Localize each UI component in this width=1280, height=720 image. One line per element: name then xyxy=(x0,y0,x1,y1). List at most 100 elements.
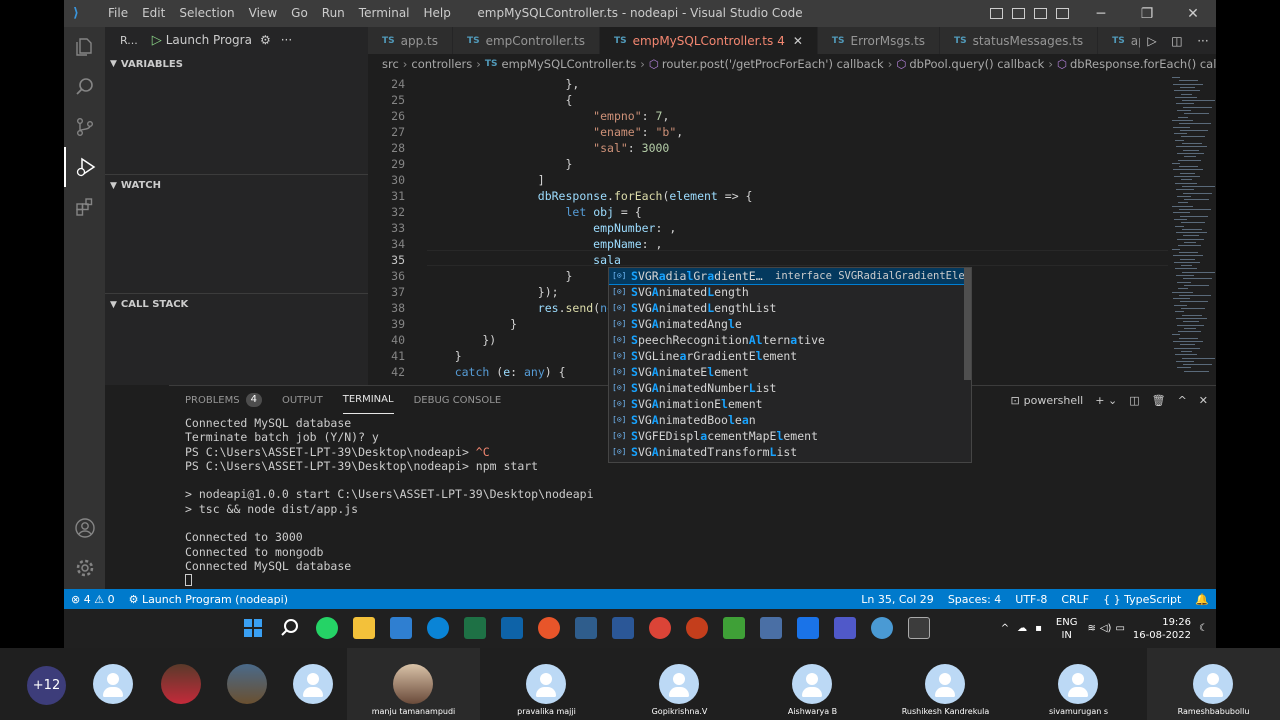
minimize-button[interactable]: ─ xyxy=(1078,6,1124,22)
suggestion-item[interactable]: [⊙] SpeechRecognitionAlternative xyxy=(609,332,971,348)
notepad-icon[interactable] xyxy=(390,617,412,639)
menu-edit[interactable]: Edit xyxy=(135,0,172,27)
breadcrumb-item[interactable]: empMySQLController.ts xyxy=(502,57,637,71)
explorer-icon[interactable] xyxy=(64,27,105,67)
vscode-taskbar-icon[interactable] xyxy=(501,617,523,639)
new-terminal-icon[interactable]: + ⌄ xyxy=(1095,394,1117,407)
menu-terminal[interactable]: Terminal xyxy=(352,0,417,27)
code-line[interactable]: 26 "empno": 7, xyxy=(368,108,1168,124)
cursor-position[interactable]: Ln 35, Col 29 xyxy=(854,593,941,606)
media-player-icon[interactable] xyxy=(797,617,819,639)
toggle-secondary-sidebar-icon[interactable] xyxy=(1034,8,1047,19)
start-icon[interactable] xyxy=(242,617,264,639)
kill-terminal-icon[interactable]: 🗑 xyxy=(1152,394,1166,407)
terminal-output[interactable]: Connected MySQL database Terminate batch … xyxy=(185,416,594,588)
participant-tile[interactable]: Gopikrishna.V xyxy=(613,648,746,720)
participant-tile[interactable]: sivamurugan s xyxy=(1012,648,1145,720)
menu-help[interactable]: Help xyxy=(417,0,458,27)
breadcrumb-item[interactable]: dbResponse.forEach() callback xyxy=(1070,57,1216,71)
close-tab-icon[interactable]: ✕ xyxy=(793,34,803,48)
code-line[interactable]: 33 empNumber: , xyxy=(368,220,1168,236)
network-icon[interactable]: ▪ xyxy=(1035,623,1042,634)
notifications-bell-icon[interactable]: 🔔 xyxy=(1188,593,1216,606)
suggestion-item[interactable]: [⊙] SVGAnimateElement xyxy=(609,364,971,380)
code-line[interactable]: 34 empName: , xyxy=(368,236,1168,252)
close-window-button[interactable]: ✕ xyxy=(1170,6,1216,22)
run-debug-icon[interactable] xyxy=(64,147,105,187)
restore-button[interactable]: ❐ xyxy=(1124,6,1170,22)
extensions-icon[interactable] xyxy=(64,187,105,227)
cloud-icon[interactable]: ☁ xyxy=(1017,623,1027,634)
menu-selection[interactable]: Selection xyxy=(172,0,241,27)
call-stack-section[interactable]: ▼ CALL STACK xyxy=(105,293,368,315)
participant-tile[interactable] xyxy=(214,648,280,720)
maximize-panel-icon[interactable]: ^ xyxy=(1178,394,1187,407)
search-icon[interactable] xyxy=(279,617,301,639)
whatsapp-icon[interactable] xyxy=(316,617,338,639)
toggle-panel-icon[interactable] xyxy=(1012,8,1025,19)
suggestion-item[interactable]: [⊙] SVGAnimatedLength xyxy=(609,284,971,300)
breadcrumb-item[interactable]: src xyxy=(382,57,399,71)
code-line[interactable]: 28 "sal": 3000 xyxy=(368,140,1168,156)
terminal-shell-name[interactable]: powershell xyxy=(1024,394,1084,407)
volume-icon[interactable]: ◁) xyxy=(1100,623,1112,634)
skype-icon[interactable] xyxy=(427,617,449,639)
customize-layout-icon[interactable] xyxy=(1056,8,1069,19)
participant-tile[interactable] xyxy=(80,648,146,720)
show-hidden-icons-icon[interactable]: ^ xyxy=(1001,623,1009,634)
participant-tile[interactable]: Rameshbabubollu xyxy=(1147,648,1280,720)
language-indicator[interactable]: ENG IN xyxy=(1056,616,1078,642)
excel-icon[interactable] xyxy=(464,617,486,639)
browser-icon[interactable] xyxy=(871,617,893,639)
tab-errormsgs-ts[interactable]: TS ErrorMsgs.ts xyxy=(817,27,941,54)
code-line[interactable]: 25 { xyxy=(368,92,1168,108)
end-of-line[interactable]: CRLF xyxy=(1054,593,1096,606)
problems-status[interactable]: ⊗ 4 ⚠ 0 xyxy=(64,593,122,606)
variables-section[interactable]: ▼ VARIABLES xyxy=(105,53,368,75)
minimap[interactable] xyxy=(1168,74,1216,384)
tab-problems[interactable]: PROBLEMS 4 xyxy=(185,386,262,414)
toggle-sidebar-icon[interactable] xyxy=(990,8,1003,19)
suggestion-item[interactable]: [⊙] SVGAnimatedTransformList xyxy=(609,444,971,460)
code-line[interactable]: 27 "ename": "b", xyxy=(368,124,1168,140)
launch-config-select[interactable]: Launch Progra xyxy=(166,33,252,47)
suggestion-item[interactable]: [⊙] SVGRadialGradientE… interface SVGRadia… xyxy=(609,268,971,285)
menu-view[interactable]: View xyxy=(242,0,284,27)
search-icon[interactable] xyxy=(64,67,105,107)
debug-launch-status[interactable]: ⚙ Launch Program (nodeapi) xyxy=(122,593,295,606)
code-line[interactable]: 30 ] xyxy=(368,172,1168,188)
app-icon[interactable] xyxy=(760,617,782,639)
terminal-icon[interactable] xyxy=(908,617,930,639)
chrome-icon[interactable] xyxy=(649,617,671,639)
split-editor-icon[interactable]: ◫ xyxy=(1171,34,1182,48)
participant-tile[interactable]: pravalika majji xyxy=(480,648,613,720)
start-debugging-icon[interactable]: ▷ xyxy=(152,33,162,48)
suggestions-scrollbar[interactable] xyxy=(964,268,971,380)
more-participants-button[interactable]: +12 xyxy=(27,666,66,705)
participant-tile[interactable]: manju tamanampudi xyxy=(347,648,480,720)
participant-tile[interactable] xyxy=(148,648,214,720)
file-explorer-icon[interactable] xyxy=(353,617,375,639)
menu-run[interactable]: Run xyxy=(315,0,352,27)
menu-file[interactable]: File xyxy=(101,0,135,27)
encoding[interactable]: UTF-8 xyxy=(1008,593,1054,606)
code-line[interactable]: 31 dbResponse.forEach(element => { xyxy=(368,188,1168,204)
teams-icon[interactable] xyxy=(834,617,856,639)
battery-icon[interactable]: ▭ xyxy=(1115,623,1124,634)
participant-tile[interactable]: Rushikesh Kandrekula xyxy=(879,648,1012,720)
breadcrumb-item[interactable]: dbPool.query() callback xyxy=(909,57,1044,71)
watch-section[interactable]: ▼ WATCH xyxy=(105,174,368,196)
more-actions-icon[interactable]: ··· xyxy=(281,33,292,47)
suggestion-item[interactable]: [⊙] SVGFEDisplacementMapElement xyxy=(609,428,971,444)
run-file-icon[interactable]: ▷ xyxy=(1147,34,1156,48)
tab-terminal[interactable]: TERMINAL xyxy=(342,386,394,414)
tab-output[interactable]: OUTPUT xyxy=(282,386,323,414)
postman-icon[interactable] xyxy=(538,617,560,639)
tab-statusmessages-ts[interactable]: TS statusMessages.ts xyxy=(940,27,1099,54)
word-icon[interactable] xyxy=(612,617,634,639)
indentation[interactable]: Spaces: 4 xyxy=(941,593,1008,606)
code-line[interactable]: 29 } xyxy=(368,156,1168,172)
suggestion-item[interactable]: [⊙] SVGAnimatedLengthList xyxy=(609,300,971,316)
powerpoint-icon[interactable] xyxy=(686,617,708,639)
mongodb-icon[interactable] xyxy=(723,617,745,639)
